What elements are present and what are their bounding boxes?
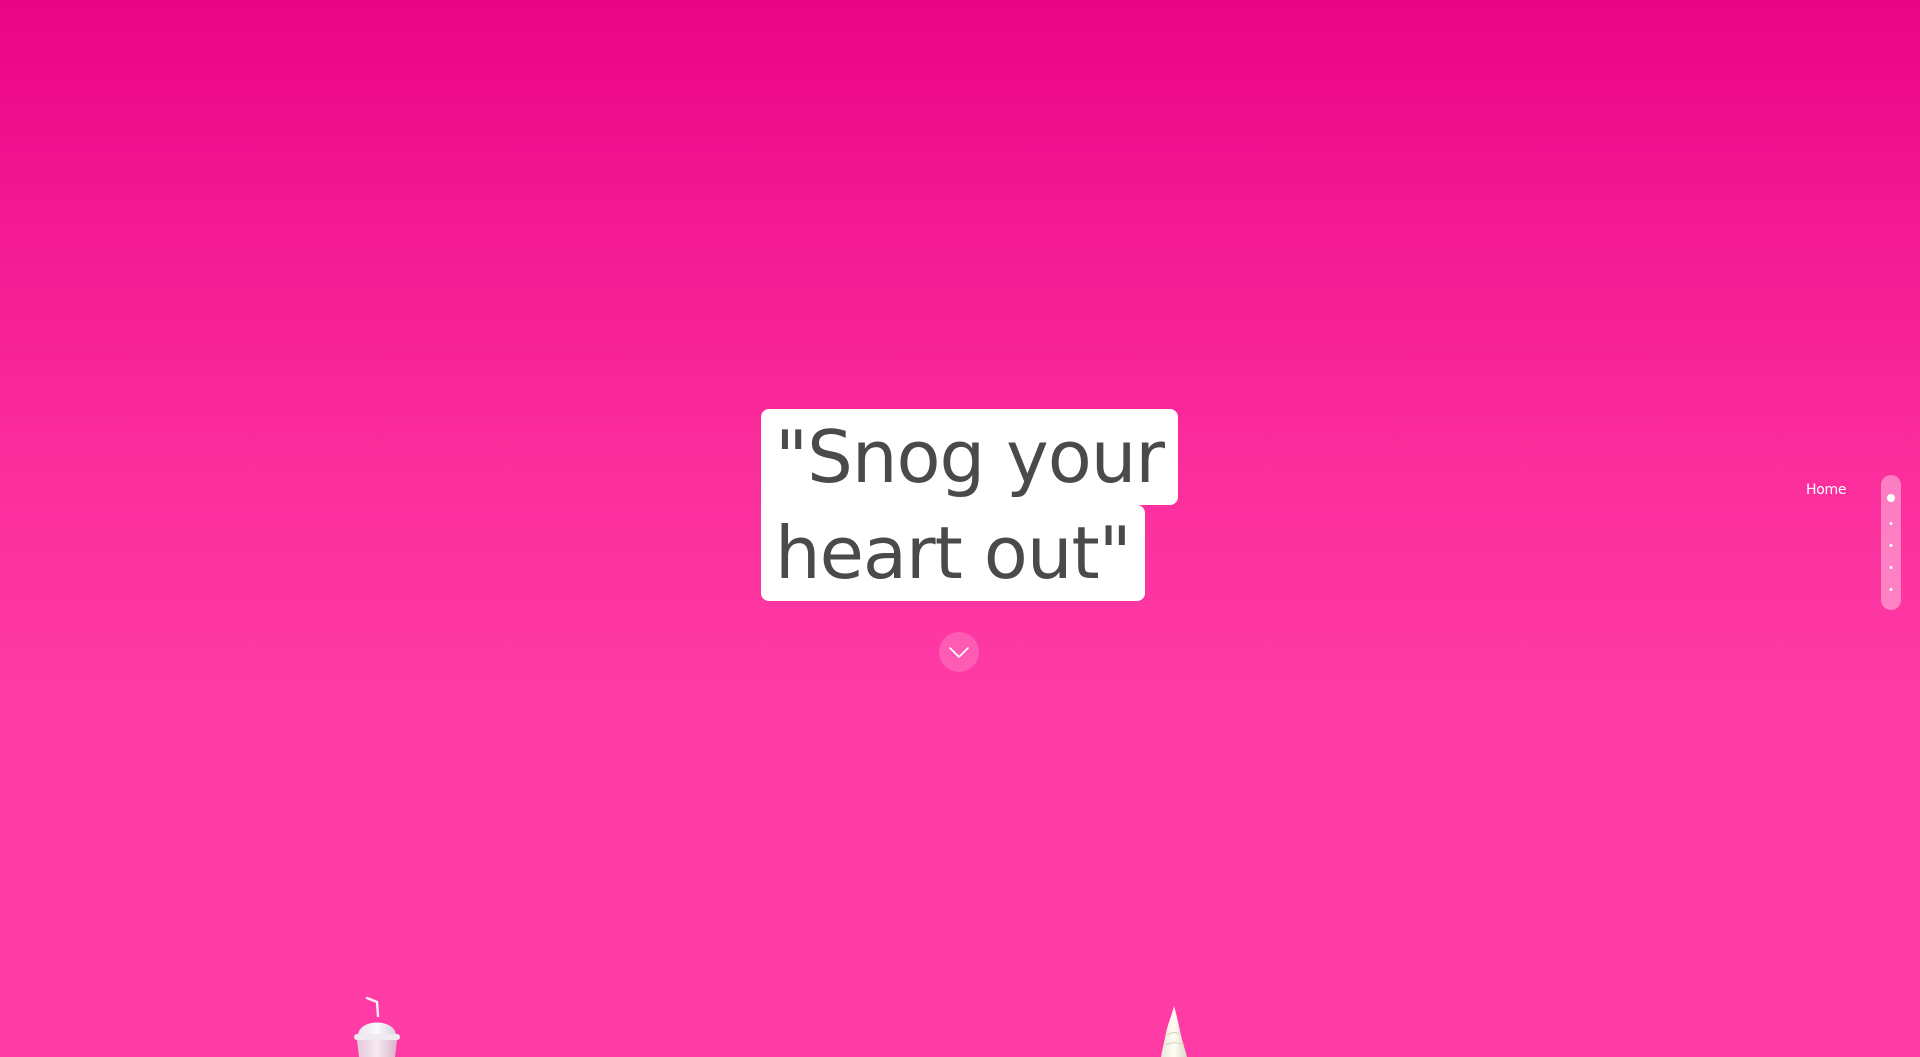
scroll-down-button[interactable] [939, 632, 979, 672]
nav-dot-5[interactable] [1889, 588, 1893, 591]
hero-headline: "Snog your heart out" [761, 409, 1181, 601]
chevron-down-icon [949, 647, 969, 658]
soft-serve-cone-image [1161, 1006, 1187, 1057]
side-dot-nav [1881, 475, 1901, 610]
side-nav-active-label: Home [1806, 482, 1847, 498]
nav-dot-4[interactable] [1889, 566, 1893, 569]
frozen-yogurt-cup-image [354, 996, 400, 1057]
nav-dot-home[interactable] [1887, 494, 1895, 502]
headline-line-1: "Snog your [761, 409, 1178, 505]
headline-line-2: heart out" [761, 505, 1145, 601]
nav-dot-2[interactable] [1889, 522, 1893, 525]
nav-dot-3[interactable] [1889, 544, 1893, 547]
